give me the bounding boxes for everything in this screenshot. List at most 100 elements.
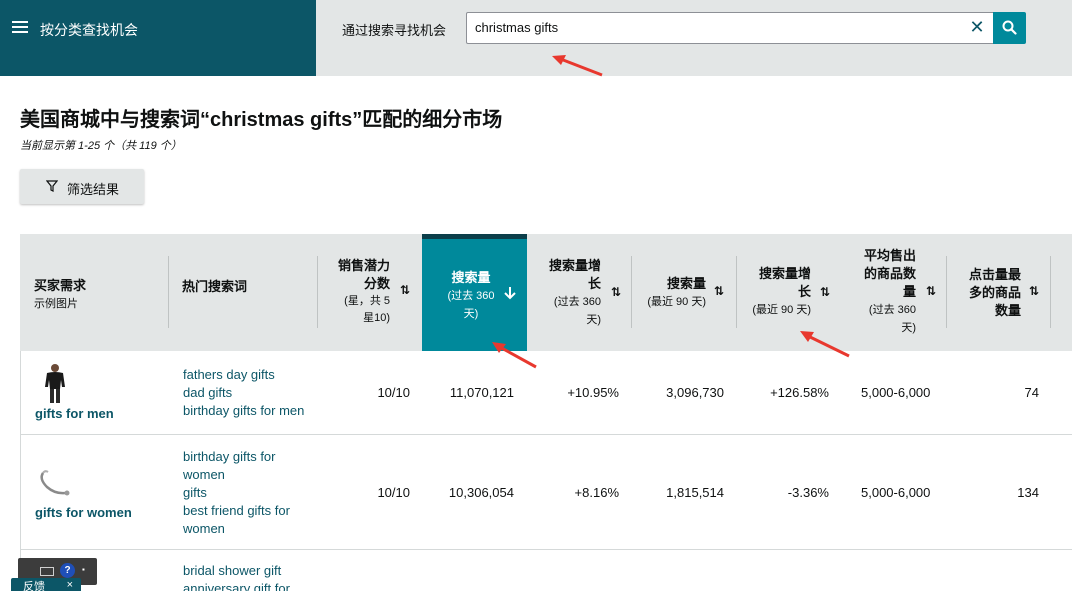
filter-results-button[interactable]: 筛选结果 bbox=[20, 169, 144, 204]
column-title-line: 分数 bbox=[363, 276, 390, 291]
bracelet-product-thumbnail[interactable] bbox=[37, 467, 73, 497]
column-subtitle: 示例图片 bbox=[34, 298, 78, 310]
search-growth-360: +10.95% bbox=[567, 385, 619, 400]
column-title-line: 点击量最 bbox=[968, 267, 1021, 282]
filter-results-label: 筛选结果 bbox=[67, 182, 120, 197]
column-title-line: 搜索量 bbox=[451, 270, 491, 285]
annotation-arrow-icon bbox=[800, 331, 850, 358]
column-subtitle-line: (最近 90 天) bbox=[647, 296, 706, 308]
feedback-tab[interactable]: 反馈 × bbox=[11, 578, 81, 591]
column-header-top-search-terms[interactable]: 热门搜索词 bbox=[182, 234, 322, 351]
avg-units-sold: 5,000-6,000 bbox=[861, 485, 931, 500]
sort-updown-icon[interactable]: ⇅ bbox=[611, 285, 621, 299]
column-title-line: 搜索量 bbox=[666, 276, 706, 291]
category-nav-label[interactable]: 按分类查找机会 bbox=[40, 20, 138, 40]
column-header-search-growth-360[interactable]: 搜索量增 长 (过去 360 天) ⇅ bbox=[527, 234, 631, 351]
search-volume-360: 10,306,054 bbox=[448, 485, 514, 500]
column-title-line: 搜索量增 bbox=[548, 258, 601, 273]
search-term-list: fathers day gifts dad gifts birthday gif… bbox=[183, 366, 323, 420]
search-term-list: bridal shower gift anniversary gift for bbox=[183, 562, 323, 591]
search-volume-360: 11,070,121 bbox=[449, 385, 514, 400]
page-title: 美国商城中与搜索词“christmas gifts”匹配的细分市场 bbox=[20, 109, 503, 131]
column-subtitle-line: (星，共 5 bbox=[344, 295, 390, 307]
niche-table: 买家需求 示例图片 热门搜索词 销售潜力 分数 (星，共 5 星10) ⇅ 搜索… bbox=[20, 234, 1072, 591]
column-title-line: 搜索量增 bbox=[758, 266, 811, 281]
column-title: 买家需求 bbox=[34, 278, 87, 293]
close-feedback-icon[interactable]: × bbox=[67, 579, 73, 591]
search-term-link[interactable]: dad gifts bbox=[183, 384, 323, 402]
sales-potential-score: 10/10 bbox=[377, 485, 410, 500]
column-subtitle-line: 天) bbox=[463, 308, 479, 320]
top-bar: 按分类查找机会 通过搜索寻找机会 ✕ bbox=[0, 0, 1072, 76]
search-box[interactable]: ✕ bbox=[466, 12, 994, 44]
column-divider bbox=[317, 256, 318, 328]
sort-updown-icon[interactable]: ⇅ bbox=[820, 285, 830, 299]
column-title-line: 销售潜力 bbox=[337, 258, 390, 273]
column-divider bbox=[168, 256, 169, 328]
column-subtitle-line: (过去 360 bbox=[447, 290, 495, 302]
search-term-link[interactable]: fathers day gifts bbox=[183, 366, 323, 384]
column-subtitle-line: (最近 90 天) bbox=[752, 304, 811, 316]
column-title-line: 量 bbox=[902, 284, 916, 299]
column-subtitle-line: 星10) bbox=[363, 312, 390, 324]
table-header: 买家需求 示例图片 热门搜索词 销售潜力 分数 (星，共 5 星10) ⇅ 搜索… bbox=[20, 234, 1072, 351]
column-title-line: 数量 bbox=[994, 303, 1021, 318]
buyer-need-link[interactable]: gifts for men bbox=[35, 406, 114, 421]
search-icon bbox=[1002, 20, 1017, 35]
column-title-line: 长 bbox=[797, 284, 811, 299]
column-subtitle-line: 天) bbox=[586, 314, 601, 326]
search-term-link[interactable]: women bbox=[183, 520, 323, 538]
search-term-link[interactable]: women bbox=[183, 466, 323, 484]
column-title: 热门搜索词 bbox=[182, 279, 248, 294]
column-header-buyer-need[interactable]: 买家需求 示例图片 bbox=[34, 234, 174, 351]
sort-down-arrow-icon[interactable] bbox=[504, 286, 516, 300]
more-options-icon[interactable]: ▪ bbox=[82, 565, 90, 577]
sort-updown-icon[interactable]: ⇅ bbox=[1029, 284, 1039, 298]
avg-units-sold: 5,000-6,000 bbox=[861, 385, 931, 400]
column-subtitle-line: (过去 360 bbox=[868, 304, 916, 316]
search-growth-360: +8.16% bbox=[574, 485, 619, 500]
search-input[interactable] bbox=[475, 20, 955, 35]
column-subtitle-line: (过去 360 bbox=[553, 296, 601, 308]
sort-updown-icon[interactable]: ⇅ bbox=[714, 284, 724, 298]
category-nav[interactable]: 按分类查找机会 bbox=[0, 0, 316, 76]
search-term-link[interactable]: gifts bbox=[183, 484, 323, 502]
search-term-link[interactable]: best friend gifts for bbox=[183, 502, 323, 520]
search-button[interactable] bbox=[993, 12, 1026, 44]
column-divider bbox=[1050, 256, 1051, 328]
feedback-label: 反馈 bbox=[23, 581, 45, 591]
search-volume-90: 1,815,514 bbox=[666, 485, 724, 500]
column-title-line: 的商品数 bbox=[863, 266, 916, 281]
man-product-thumbnail[interactable] bbox=[43, 363, 67, 405]
column-title-line: 长 bbox=[587, 276, 601, 291]
help-icon[interactable]: ? bbox=[60, 563, 75, 578]
hamburger-menu-icon[interactable] bbox=[12, 21, 28, 33]
filter-icon bbox=[46, 180, 58, 192]
column-header-avg-units-sold[interactable]: 平均售出 的商品数 量 (过去 360 天) ⇅ bbox=[842, 234, 946, 351]
search-label: 通过搜索寻找机会 bbox=[342, 23, 447, 38]
column-header-search-volume-360[interactable]: 搜索量 (过去 360 天) bbox=[422, 234, 527, 351]
search-term-link[interactable]: bridal shower gift bbox=[183, 562, 323, 580]
column-header-search-volume-90[interactable]: 搜索量 (最近 90 天) ⇅ bbox=[632, 234, 736, 351]
column-subtitle-line: 天) bbox=[901, 322, 916, 334]
table-row[interactable]: gifts for women birthday gifts for women… bbox=[20, 435, 1072, 550]
most-clicked-count: 74 bbox=[1024, 385, 1039, 400]
search-term-link[interactable]: anniversary gift for bbox=[183, 580, 323, 591]
result-count: 当前显示第 1-25 个（共 119 个） bbox=[20, 140, 182, 152]
sales-potential-score: 10/10 bbox=[377, 385, 410, 400]
buyer-need-link[interactable]: gifts for women bbox=[35, 505, 132, 520]
sort-updown-icon[interactable]: ⇅ bbox=[400, 283, 410, 297]
table-row[interactable]: bridal shower gift anniversary gift for bbox=[20, 550, 1072, 591]
column-header-sales-potential[interactable]: 销售潜力 分数 (星，共 5 星10) ⇅ bbox=[330, 234, 420, 351]
search-term-link[interactable]: birthday gifts for bbox=[183, 448, 323, 466]
search-term-list: birthday gifts for women gifts best frie… bbox=[183, 448, 323, 538]
close-icon[interactable]: ✕ bbox=[969, 18, 985, 36]
search-volume-90: 3,096,730 bbox=[666, 385, 724, 400]
sort-updown-icon[interactable]: ⇅ bbox=[926, 284, 936, 298]
search-term-link[interactable]: birthday gifts for men bbox=[183, 402, 323, 420]
keyboard-icon[interactable] bbox=[40, 567, 54, 576]
column-title-line: 平均售出 bbox=[863, 248, 916, 263]
table-row[interactable]: gifts for men fathers day gifts dad gift… bbox=[20, 351, 1072, 435]
annotation-arrow-icon bbox=[552, 55, 603, 77]
column-header-most-clicked-products[interactable]: 点击量最 多的商品 数量 ⇅ bbox=[947, 234, 1057, 351]
